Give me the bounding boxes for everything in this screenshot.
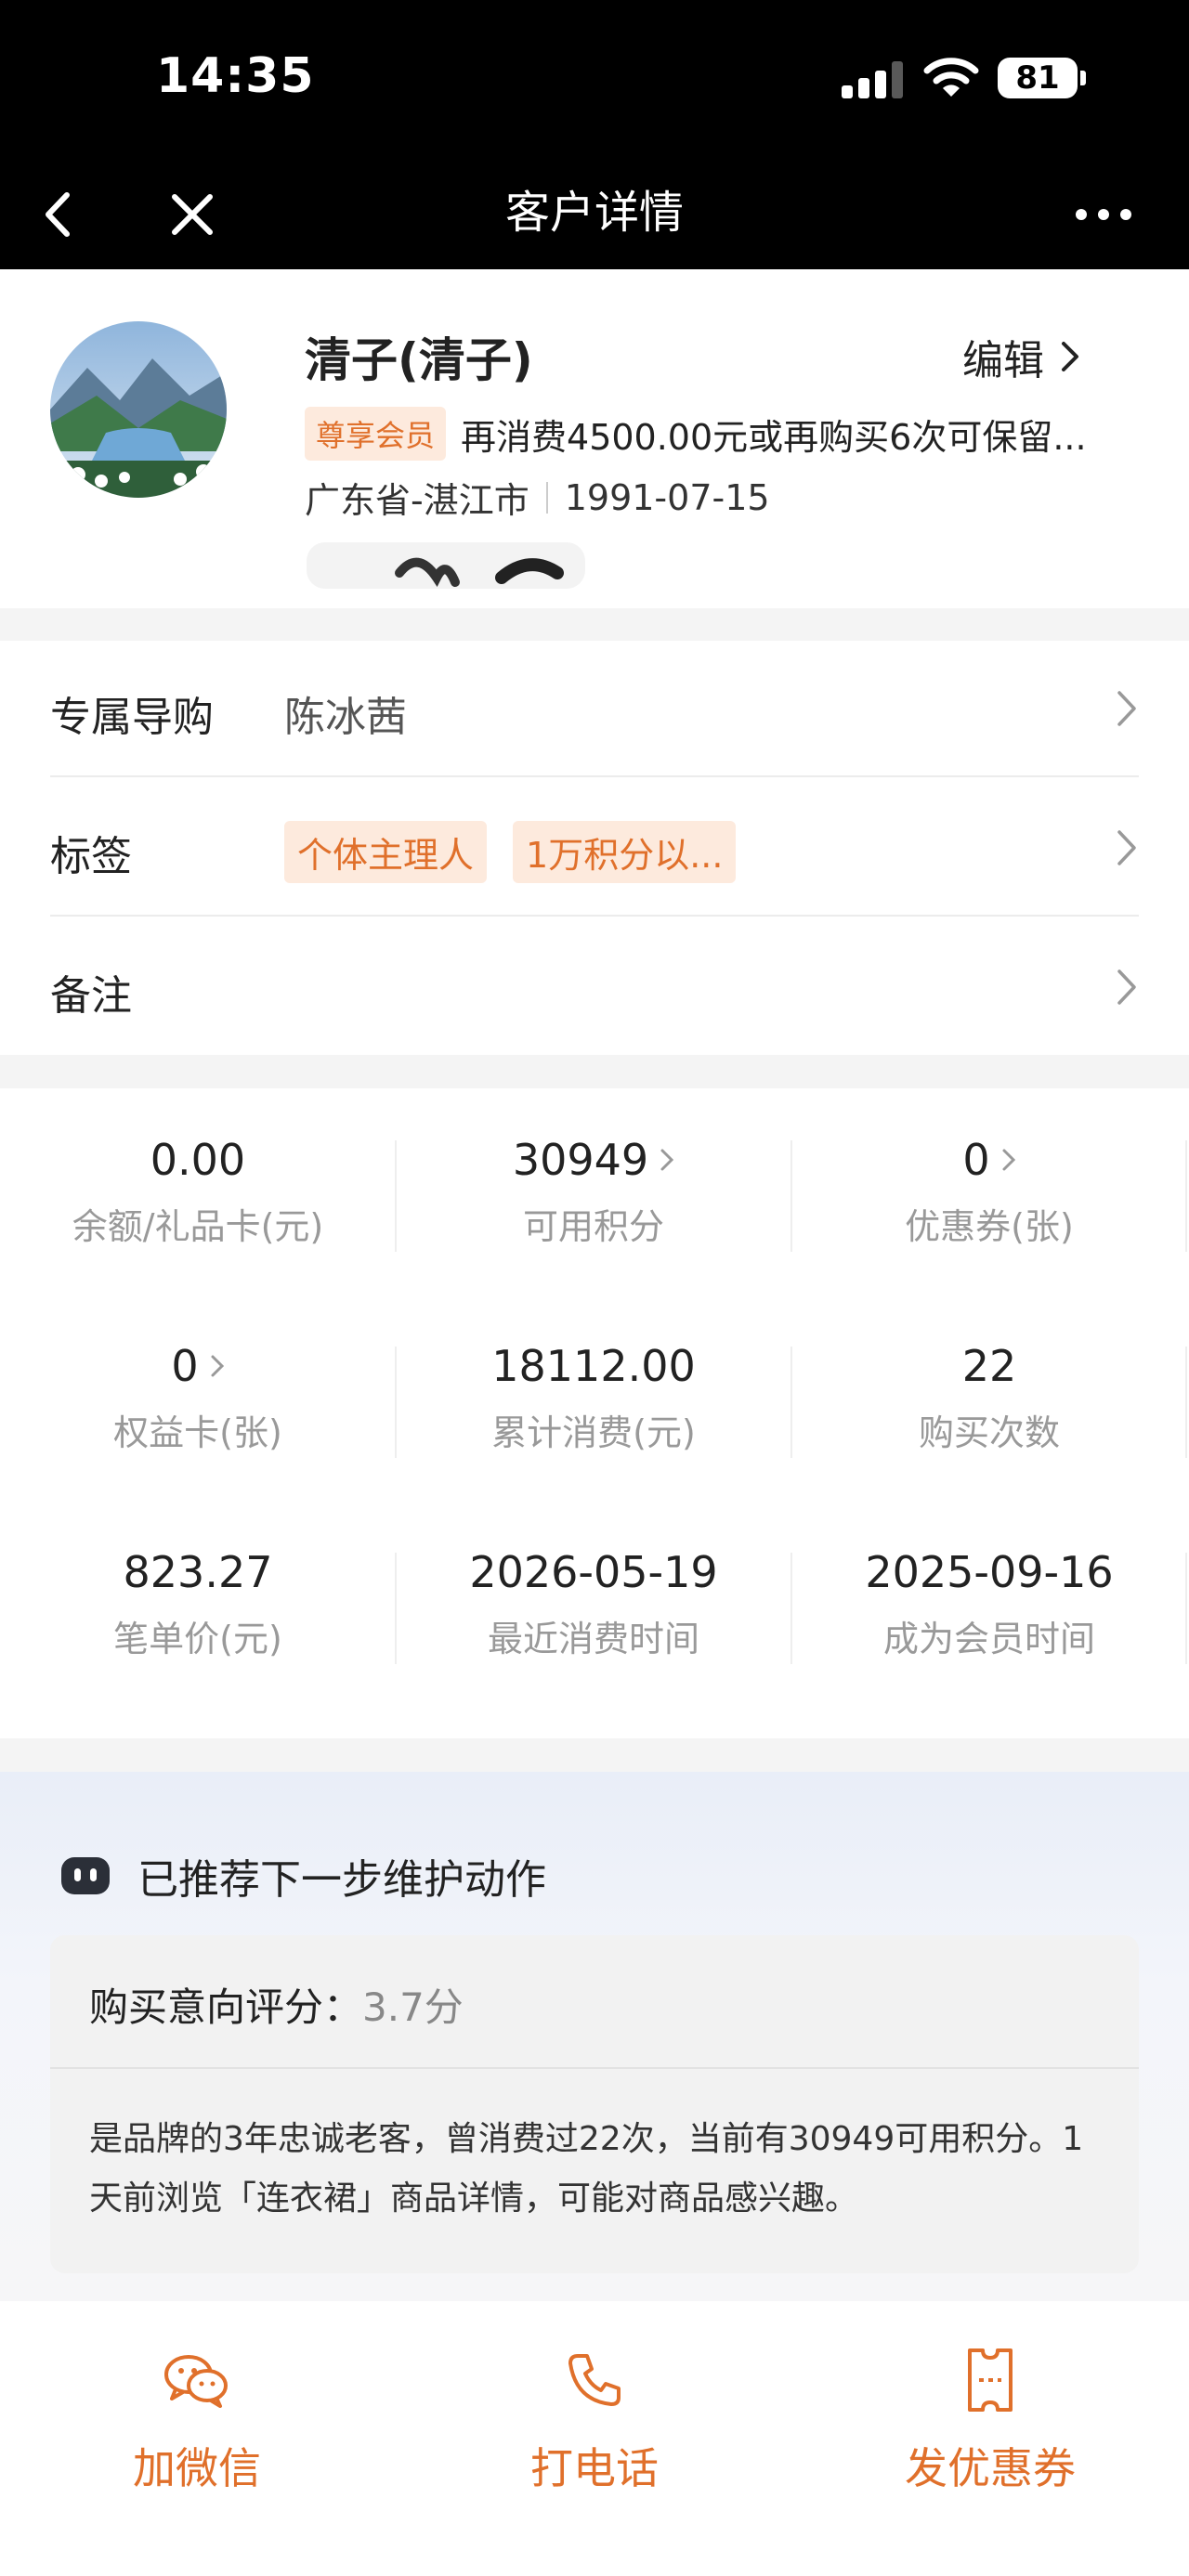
stat-total-spend: 18112.00 累计消费(元): [396, 1334, 791, 1491]
stat-value: 18112.00: [491, 1341, 696, 1391]
stat-value: 2026-05-19: [469, 1547, 718, 1597]
intent-score-value: 3.7分: [362, 1984, 464, 2030]
redacted-phone-number: [307, 542, 585, 589]
add-wechat-label: 加微信: [133, 2443, 261, 2493]
intent-score-row: 购买意向评分：3.7分: [89, 1976, 464, 2033]
member-badge: 尊享会员: [305, 407, 447, 461]
send-coupon-label: 发优惠券: [905, 2443, 1076, 2493]
guide-label: 专属导购: [50, 694, 214, 741]
stat-caption: 笔单价(元): [113, 1619, 282, 1659]
edit-button[interactable]: 编辑: [962, 327, 1081, 386]
chevron-right-icon: [1117, 830, 1136, 865]
stat-balance: 0.00 余额/礼品卡(元): [0, 1127, 396, 1285]
avatar[interactable]: [50, 321, 227, 498]
call-label: 打电话: [530, 2443, 659, 2493]
more-icon[interactable]: [1066, 182, 1141, 247]
stat-caption: 权益卡(张): [113, 1412, 282, 1453]
stat-value: 0: [962, 1135, 990, 1185]
bottom-action-bar: 加微信 打电话 发优惠券: [0, 2301, 1189, 2576]
coupon-icon: [968, 2348, 1013, 2412]
status-bar: 14:35 81: [0, 0, 1189, 158]
member-level-row: 尊享会员 再消费4500.00元或再购买6次可保留...: [305, 407, 1087, 461]
stat-value: 30949: [512, 1135, 649, 1185]
battery-icon: 81: [998, 58, 1078, 98]
chevron-right-icon: [1117, 969, 1136, 1005]
stat-caption: 余额/礼品卡(元): [72, 1206, 324, 1247]
info-list: 专属导购 陈冰茜 标签 个体主理人 1万积分以... 备注: [0, 641, 1189, 1055]
stat-value: 823.27: [123, 1547, 273, 1597]
chevron-right-icon: [1117, 691, 1136, 726]
tags-row[interactable]: 标签 个体主理人 1万积分以...: [50, 780, 1139, 919]
stat-caption: 累计消费(元): [491, 1412, 696, 1453]
note-row[interactable]: 备注: [50, 919, 1139, 1059]
divider: [50, 915, 1139, 917]
edit-label: 编辑: [962, 337, 1044, 384]
stat-coupons[interactable]: 0 优惠券(张): [791, 1127, 1187, 1285]
status-time: 14:35: [156, 48, 315, 104]
recommendation-text: 是品牌的3年忠诚老客，曾消费过22次，当前有30949可用积分。1天前浏览「连衣…: [89, 2120, 1084, 2218]
page-title: 客户详情: [504, 187, 684, 239]
divider: [395, 1347, 397, 1458]
robot-icon: [61, 1857, 110, 1894]
chevron-right-icon: [660, 1149, 674, 1171]
tag-item: 个体主理人: [284, 821, 488, 883]
stat-caption: 最近消费时间: [487, 1619, 699, 1659]
stat-value: 0: [171, 1341, 199, 1391]
stat-value: 22: [961, 1341, 1017, 1391]
note-label: 备注: [50, 972, 132, 1020]
wechat-icon: [164, 2355, 228, 2408]
chevron-right-icon: [1062, 342, 1078, 371]
stat-avg-order: 823.27 笔单价(元): [0, 1540, 396, 1698]
battery-nub: [1080, 71, 1086, 85]
phone-icon: [568, 2354, 621, 2406]
divider: [50, 775, 1139, 777]
wifi-icon: [923, 58, 979, 97]
chevron-right-icon: [211, 1355, 224, 1377]
divider: [790, 1347, 792, 1458]
profile-card: 清子(清子) 编辑 尊享会员 再消费4500.00元或再购买6次可保留... 广…: [0, 269, 1189, 608]
guide-value: 陈冰茜: [284, 694, 407, 741]
stat-caption: 购买次数: [918, 1412, 1060, 1453]
stat-value: 0.00: [150, 1135, 246, 1185]
basic-info-row: 广东省-湛江市 1991-07-15: [305, 472, 770, 523]
tag-list: 个体主理人 1万积分以...: [284, 821, 762, 883]
nav-bar: 客户详情: [0, 158, 1189, 269]
divider: [395, 1140, 397, 1252]
stat-points[interactable]: 30949 可用积分: [396, 1127, 791, 1285]
region: 广东省-湛江市: [305, 480, 529, 521]
stat-caption: 可用积分: [522, 1206, 664, 1247]
stats-grid: 0.00 余额/礼品卡(元) 30949 可用积分 0 优惠券(张) 0 权益卡…: [0, 1088, 1189, 1738]
tag-item: 1万积分以...: [513, 821, 737, 883]
stat-caption: 成为会员时间: [882, 1619, 1095, 1659]
divider: [1185, 1347, 1187, 1458]
cellular-signal-icon: [842, 61, 903, 98]
chevron-right-icon: [1002, 1149, 1015, 1171]
divider: [1185, 1140, 1187, 1252]
recommendation-card: 购买意向评分：3.7分 是品牌的3年忠诚老客，曾消费过22次，当前有30949可…: [50, 1935, 1139, 2273]
stat-caption: 优惠券(张): [905, 1206, 1074, 1247]
recommendation-title: 已推荐下一步维护动作: [137, 1856, 546, 1904]
divider: [790, 1140, 792, 1252]
add-wechat-button[interactable]: 加微信: [58, 2329, 336, 2496]
stat-member-since: 2025-09-16 成为会员时间: [791, 1540, 1187, 1698]
divider: [790, 1553, 792, 1664]
birthday: 1991-07-15: [564, 476, 770, 518]
stat-purchase-count: 22 购买次数: [791, 1334, 1187, 1491]
stat-value: 2025-09-16: [865, 1547, 1114, 1597]
send-coupon-button[interactable]: 发优惠券: [851, 2329, 1130, 2496]
recommendation-header: 已推荐下一步维护动作: [59, 1846, 546, 1906]
customer-name: 清子(清子): [305, 333, 533, 387]
divider: [50, 2067, 1139, 2069]
member-retention-text: 再消费4500.00元或再购买6次可保留...: [461, 416, 1087, 458]
divider: [545, 481, 548, 514]
exclusive-guide-row[interactable]: 专属导购 陈冰茜: [50, 641, 1139, 780]
divider: [1185, 1553, 1187, 1664]
tags-label: 标签: [50, 833, 132, 880]
stat-benefit-cards[interactable]: 0 权益卡(张): [0, 1334, 396, 1491]
divider: [395, 1553, 397, 1664]
intent-score-label: 购买意向评分：: [89, 1984, 363, 2030]
recommendation-section: 已推荐下一步维护动作 购买意向评分：3.7分 是品牌的3年忠诚老客，曾消费过22…: [0, 1772, 1189, 2301]
stat-last-purchase: 2026-05-19 最近消费时间: [396, 1540, 791, 1698]
call-button[interactable]: 打电话: [455, 2329, 734, 2496]
